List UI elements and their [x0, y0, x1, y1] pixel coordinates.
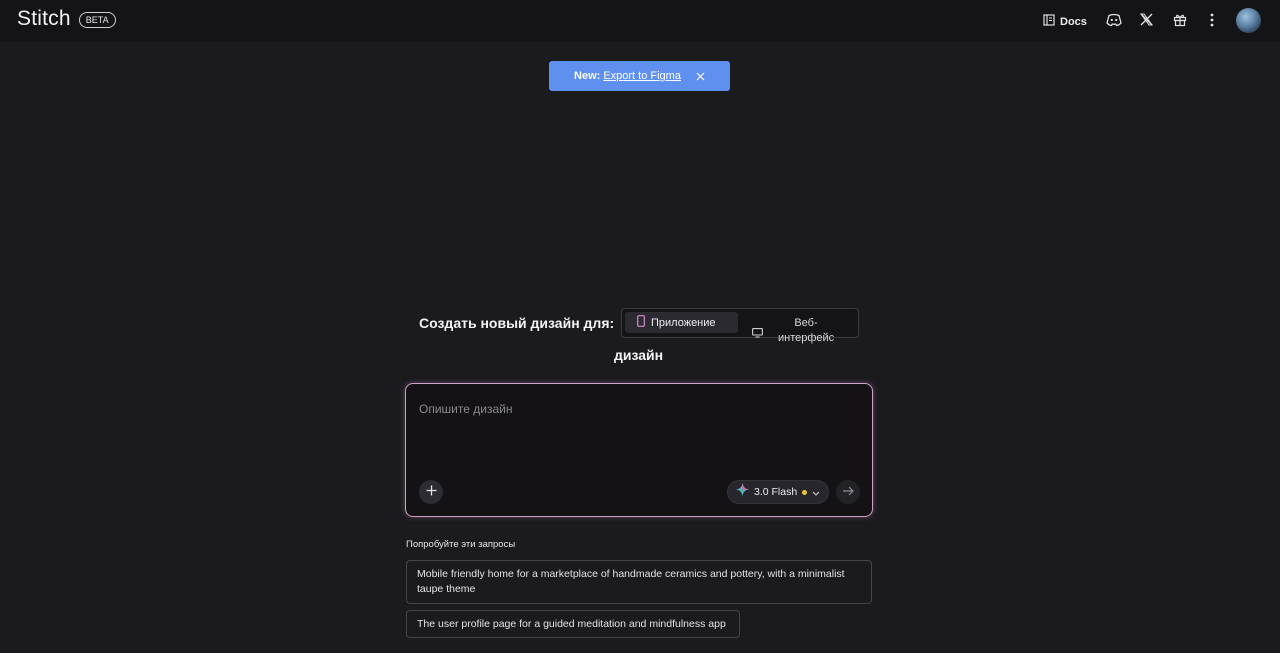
monitor-icon [752, 325, 763, 343]
prompt-box: Опишите дизайн 3.0 Flash [405, 383, 873, 517]
web-option-label: Веб-интерфейс [778, 317, 835, 344]
prompt-input[interactable]: Опишите дизайн [419, 402, 512, 416]
create-label: Создать новый дизайн для: [419, 315, 615, 331]
model-label: 3.0 Flash [754, 486, 798, 498]
add-attachment-button[interactable] [419, 480, 443, 504]
logo-text: Stitch [17, 7, 71, 30]
model-selector[interactable]: 3.0 Flash [727, 480, 829, 504]
docs-link[interactable]: Docs [1043, 13, 1087, 31]
suggestion-chip[interactable]: Mobile friendly home for a marketplace o… [406, 560, 872, 604]
status-dot [802, 489, 808, 495]
chevron-down-icon [812, 483, 820, 501]
top-bar: Stitch BETA Docs [0, 0, 1280, 42]
plus-icon [426, 483, 437, 501]
more-vert-icon[interactable] [1210, 13, 1214, 27]
send-button[interactable] [836, 480, 860, 504]
create-label-continued: дизайн [614, 347, 664, 363]
sparkle-icon [736, 483, 749, 501]
avatar[interactable] [1236, 8, 1261, 33]
x-icon[interactable] [1140, 13, 1153, 26]
logo[interactable]: Stitch BETA [17, 7, 116, 31]
suggestion-chip[interactable]: The user profile page for a guided medit… [406, 610, 740, 638]
banner-prefix: New: [574, 70, 601, 82]
beta-badge: BETA [78, 12, 116, 28]
arrow-right-icon [842, 483, 854, 501]
device-type-toggle: Приложение Веб-интерфейс [621, 308, 859, 344]
announcement-banner: New: Export to Figma [549, 61, 730, 91]
docs-label: Docs [1060, 16, 1087, 28]
suggestions-title: Попробуйте эти запросы [406, 539, 516, 550]
gift-icon[interactable] [1173, 13, 1187, 27]
discord-icon[interactable] [1106, 13, 1122, 27]
export-to-figma-link[interactable]: Export to Figma [603, 70, 681, 82]
app-option-label: Приложение [651, 316, 716, 329]
app-option[interactable]: Приложение [625, 312, 738, 333]
close-icon[interactable] [696, 72, 705, 81]
web-option[interactable]: Веб-интерфейс [752, 315, 852, 345]
phone-icon [637, 314, 645, 332]
docs-icon [1043, 13, 1055, 31]
